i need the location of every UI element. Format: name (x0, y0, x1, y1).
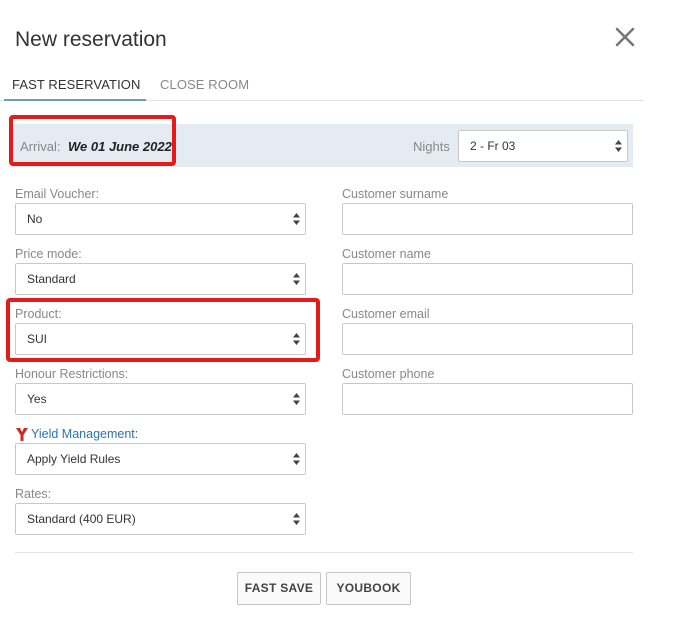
close-button[interactable] (612, 24, 638, 50)
price-mode-select[interactable]: Standard (15, 263, 306, 295)
yield-y-icon (16, 428, 28, 441)
rates-value: Standard (400 EUR) (27, 512, 136, 526)
arrival-label: Arrival: (20, 139, 61, 154)
youbook-button[interactable]: YOUBOOK (326, 572, 411, 605)
customer-phone-label: Customer phone (342, 367, 435, 381)
price-mode-label: Price mode: (15, 247, 82, 261)
email-voucher-value: No (27, 212, 43, 226)
nights-label: Nights (413, 139, 450, 154)
nights-select[interactable]: 2 - Fr 03 (458, 130, 628, 162)
customer-phone-input[interactable] (342, 383, 633, 415)
active-tab-indicator (4, 99, 146, 101)
rates-select[interactable]: Standard (400 EUR) (15, 503, 306, 535)
nights-select-value: 2 - Fr 03 (470, 139, 516, 153)
customer-email-label: Customer email (342, 307, 430, 321)
honour-restrictions-label: Honour Restrictions: (15, 367, 129, 381)
product-select[interactable]: SUI (15, 323, 306, 355)
customer-name-label: Customer name (342, 247, 431, 261)
price-mode-value: Standard (27, 272, 76, 286)
rates-label: Rates: (15, 487, 52, 501)
sort-arrows-icon (293, 213, 300, 225)
customer-surname-input[interactable] (342, 203, 633, 235)
honour-restrictions-value: Yes (27, 392, 47, 406)
customer-surname-label: Customer surname (342, 187, 449, 201)
email-voucher-select[interactable]: No (15, 203, 306, 235)
product-value: SUI (27, 332, 48, 346)
close-icon (615, 27, 635, 47)
arrival-date: We 01 June 2022 (68, 139, 172, 154)
customer-name-input[interactable] (342, 263, 633, 295)
footer-divider (15, 552, 633, 553)
new-reservation-modal: New reservation FAST RESERVATION CLOSE R… (0, 0, 692, 642)
tab-fast-reservation[interactable]: FAST RESERVATION (12, 77, 141, 92)
yield-management-link[interactable]: Yield Management: (31, 427, 138, 441)
tab-close-room[interactable]: CLOSE ROOM (160, 77, 249, 92)
sort-arrows-icon (615, 140, 622, 152)
modal-title: New reservation (15, 28, 167, 51)
fast-save-button[interactable]: FAST SAVE (237, 572, 321, 605)
honour-restrictions-select[interactable]: Yes (15, 383, 306, 415)
yield-management-value: Apply Yield Rules (27, 452, 121, 466)
tab-bar: FAST RESERVATION CLOSE ROOM (0, 66, 643, 101)
yield-management-select[interactable]: Apply Yield Rules (15, 443, 306, 475)
email-voucher-label: Email Voucher: (15, 187, 100, 201)
sort-arrows-icon (293, 453, 300, 465)
customer-email-input[interactable] (342, 323, 633, 355)
sort-arrows-icon (293, 393, 300, 405)
sort-arrows-icon (293, 333, 300, 345)
product-label: Product: (15, 307, 62, 321)
sort-arrows-icon (293, 513, 300, 525)
sort-arrows-icon (293, 273, 300, 285)
